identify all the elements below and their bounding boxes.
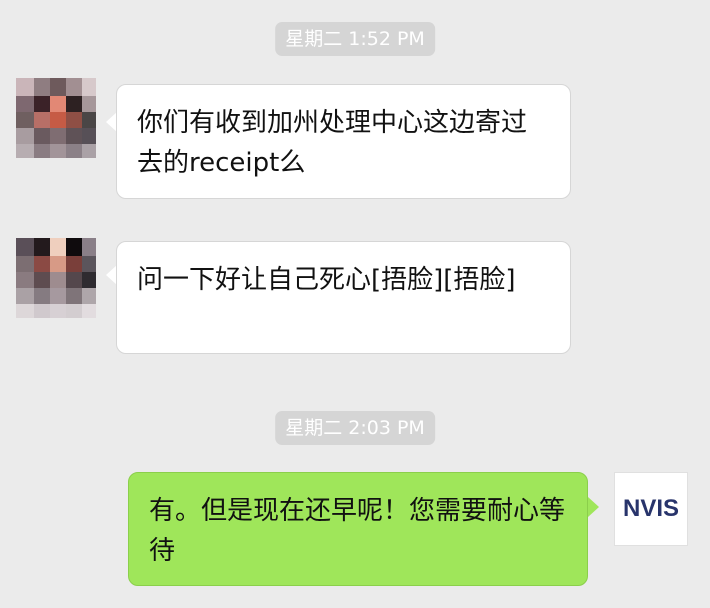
contact-avatar-1[interactable] [16, 78, 96, 158]
incoming-message-1-text: 你们有收到加州处理中心这边寄过去的receipt么 [137, 108, 528, 178]
contact-avatar-2[interactable] [16, 238, 96, 318]
incoming-message-1[interactable]: 你们有收到加州处理中心这边寄过去的receipt么 [116, 84, 571, 199]
chat-conversation: 星期二 1:52 PM 你们有收到加州处理中心这边寄过去的receipt么 问一… [0, 0, 710, 608]
outgoing-message-text: 有。但是现在还早呢！您需要耐心等待 [149, 496, 566, 566]
incoming-message-2-text: 问一下好让自己死心[捂脸][捂脸] [137, 265, 516, 295]
self-avatar[interactable]: NVIS [614, 472, 688, 546]
timestamp-second: 星期二 2:03 PM [275, 411, 435, 445]
outgoing-bubble-tail [588, 497, 599, 517]
nvis-logo: NVIS [622, 495, 679, 522]
outgoing-message[interactable]: 有。但是现在还早呢！您需要耐心等待 [128, 472, 588, 586]
incoming-message-2[interactable]: 问一下好让自己死心[捂脸][捂脸] [116, 241, 571, 354]
timestamp-first: 星期二 1:52 PM [275, 22, 435, 56]
